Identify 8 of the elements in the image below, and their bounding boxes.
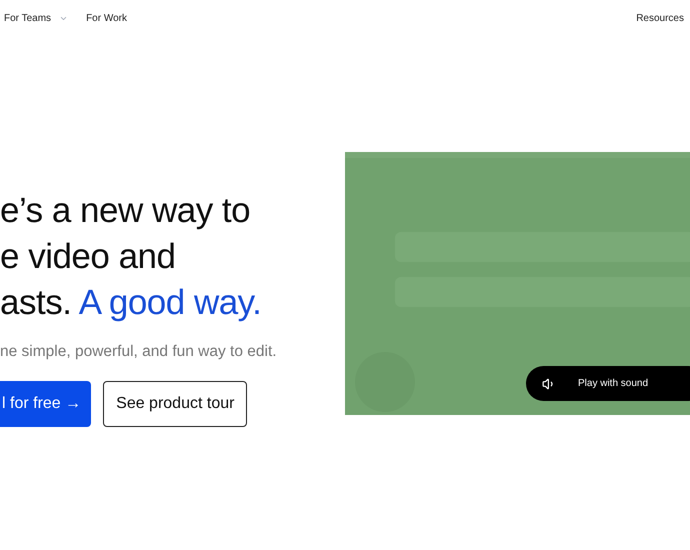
product-tour-button[interactable]: See product tour: [103, 381, 248, 428]
hero-subtitle: ne simple, powerful, and fun way to edit.: [0, 342, 278, 362]
nav-link[interactable]: Resources: [636, 10, 684, 26]
sign-up-button[interactable]: l for free →: [0, 381, 92, 428]
nav-link[interactable]: For Work: [86, 10, 127, 26]
play-with-sound-button[interactable]: Play with sound: [526, 366, 690, 401]
hero-headline: e’s a new way to e video and asts. A good way.: [0, 190, 262, 324]
nav-link[interactable]: For Teams: [4, 10, 68, 26]
